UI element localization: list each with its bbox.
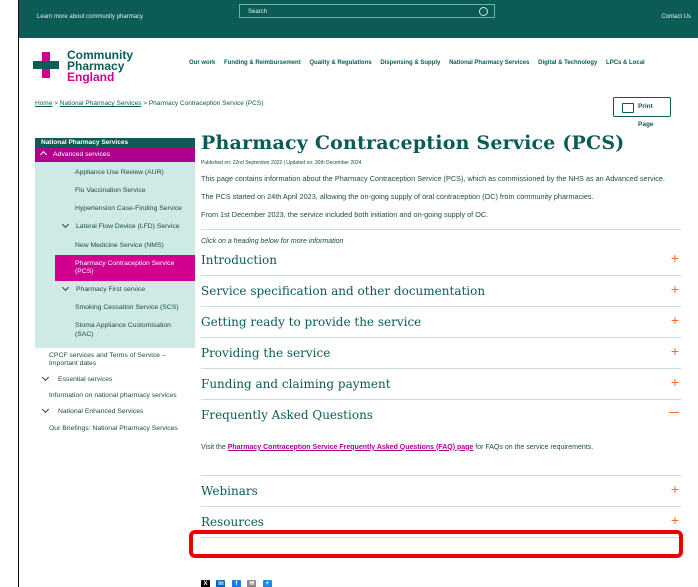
- facebook-share-icon[interactable]: f: [231, 580, 241, 587]
- accordion-funding[interactable]: Funding and claiming payment +: [201, 369, 681, 400]
- linkedin-share-icon[interactable]: in: [216, 580, 226, 587]
- print-label: Print Page: [638, 103, 654, 128]
- sidebar-item-pcs[interactable]: Pharmacy Contraception Service (PCS): [55, 254, 195, 282]
- accordion-label: Providing the service: [201, 345, 331, 360]
- chevron-up-icon: [39, 150, 48, 159]
- plus-icon: +: [670, 311, 679, 328]
- accordion-introduction[interactable]: Introduction +: [201, 245, 681, 276]
- sidebar-item-sac[interactable]: Stoma Appliance Customisation (SAC): [35, 317, 195, 343]
- nav-national-services[interactable]: National Pharmacy Services: [449, 60, 529, 66]
- contact-us-link[interactable]: Contact Us: [661, 14, 691, 20]
- sidebar-lower-list: CPCF services and Terms of Service – Imp…: [35, 348, 195, 437]
- nav-quality[interactable]: Quality & Regulations: [309, 60, 371, 66]
- breadcrumb-home[interactable]: Home: [35, 100, 52, 107]
- accordion-label: Service specification and other document…: [201, 283, 486, 298]
- plus-icon: +: [670, 373, 679, 390]
- sidebar-item-aur[interactable]: Appliance Use Review (AUR): [35, 164, 195, 182]
- main-content: Pharmacy Contraception Service (PCS) Pub…: [201, 132, 681, 538]
- browser-page: Learn more about community pharmacy Sear…: [18, 0, 698, 587]
- plus-icon: +: [670, 342, 679, 359]
- breadcrumb-current: Pharmacy Contraception Service (PCS): [148, 100, 264, 107]
- accordion-faq[interactable]: Frequently Asked Questions: [201, 400, 681, 430]
- sidebar-item-cpcf[interactable]: CPCF services and Terms of Service – Imp…: [35, 348, 195, 372]
- search-input[interactable]: Search: [239, 4, 495, 18]
- share-bar: X in f ✉ +: [201, 572, 274, 587]
- accordion-label: Frequently Asked Questions: [201, 407, 373, 422]
- sidebar-item-pharmacy-first[interactable]: Pharmacy First service: [35, 281, 195, 299]
- chevron-down-icon: [61, 284, 70, 292]
- accordion-label: Funding and claiming payment: [201, 376, 391, 391]
- page-title: Pharmacy Contraception Service (PCS): [201, 132, 625, 154]
- sidebar-item-label: Advanced services: [53, 151, 111, 158]
- breadcrumb-separator: >: [143, 100, 148, 107]
- learn-more-link[interactable]: Learn more about community pharmacy: [37, 14, 143, 20]
- sidebar-item-nms[interactable]: New Medicine Service (NMS): [35, 237, 195, 255]
- accordion-webinars[interactable]: Webinars +: [201, 476, 681, 507]
- intro-paragraph-3: From 1st December 2023, the service incl…: [201, 210, 489, 220]
- click-hint: Click on a heading below for more inform…: [201, 237, 344, 245]
- sidebar-item-advanced-services[interactable]: Advanced services: [35, 148, 195, 162]
- print-page-button[interactable]: Print Page: [613, 97, 671, 128]
- sidebar-item-label: Essential services: [58, 376, 113, 384]
- accordion-label: Introduction: [201, 252, 277, 267]
- printer-icon: [622, 103, 634, 113]
- sidebar-item-label: National Enhanced Services: [58, 408, 144, 416]
- nav-funding[interactable]: Funding & Reimbursement: [224, 60, 301, 66]
- accordion-label: Getting ready to provide the service: [201, 314, 422, 329]
- email-share-icon[interactable]: ✉: [247, 580, 257, 587]
- breadcrumb: Home > National Pharmacy Services > Phar…: [35, 100, 263, 107]
- plus-icon: +: [670, 249, 679, 266]
- accordion-label: Resources: [201, 514, 264, 529]
- top-bar: Learn more about community pharmacy Sear…: [19, 0, 698, 38]
- highlight-box: [189, 530, 683, 558]
- nav-digital[interactable]: Digital & Technology: [538, 60, 597, 66]
- chevron-down-icon: [61, 221, 70, 229]
- search-icon[interactable]: [479, 7, 488, 16]
- nav-lpcs[interactable]: LPCs & Local: [606, 60, 645, 66]
- sidebar-item-hypertension[interactable]: Hypertension Case-Finding Service: [35, 200, 195, 218]
- share-plus-icon[interactable]: +: [262, 580, 272, 587]
- plus-icon: +: [670, 280, 679, 297]
- sidebar-heading[interactable]: National Pharmacy Services: [35, 138, 195, 148]
- intro-paragraph-2: The PCS started on 24th April 2023, allo…: [201, 192, 594, 202]
- nav-our-work[interactable]: Our work: [189, 60, 215, 66]
- sidebar-item-enhanced[interactable]: National Enhanced Services: [35, 404, 195, 420]
- plus-icon: +: [670, 511, 679, 528]
- sidebar-item-flu[interactable]: Flu Vaccination Service: [35, 182, 195, 200]
- search-placeholder: Search: [248, 9, 268, 15]
- intro-paragraph-1: This page contains information about the…: [201, 174, 665, 183]
- sidebar-item-lfd[interactable]: Lateral Flow Device (LFD) Service: [35, 218, 195, 236]
- faq-text-post: for FAQs on the service requirements.: [473, 443, 594, 451]
- publish-meta: Published on: 22nd September 2022 | Upda…: [201, 160, 362, 166]
- breadcrumb-separator: >: [54, 100, 58, 107]
- accordion-label: Webinars: [201, 483, 258, 498]
- sidebar-nav: National Pharmacy Services Advanced serv…: [35, 138, 195, 437]
- sidebar-item-info[interactable]: Information on national pharmacy service…: [35, 388, 195, 404]
- sidebar-item-briefings[interactable]: Our Briefings: National Pharmacy Service…: [35, 421, 195, 437]
- faq-link[interactable]: Pharmacy Contraception Service Frequentl…: [228, 444, 474, 451]
- sidebar-item-label: Lateral Flow Device (LFD) Service: [76, 223, 180, 231]
- accordion-providing[interactable]: Providing the service +: [201, 338, 681, 369]
- sidebar-submenu: Appliance Use Review (AUR) Flu Vaccinati…: [35, 162, 195, 348]
- sidebar-item-scs[interactable]: Smoking Cessation Service (SCS): [35, 299, 195, 317]
- chevron-down-icon: [41, 373, 50, 382]
- site-header: Community Pharmacy England Our work Fund…: [19, 38, 698, 88]
- accordion-getting-ready[interactable]: Getting ready to provide the service +: [201, 307, 681, 338]
- chevron-down-icon: [41, 406, 50, 414]
- faq-panel: Visit the Pharmacy Contraception Service…: [201, 430, 681, 476]
- x-share-icon[interactable]: X: [201, 580, 210, 587]
- minus-icon: [669, 411, 679, 414]
- logo-cross-icon: [33, 52, 59, 78]
- nav-dispensing[interactable]: Dispensing & Supply: [380, 60, 440, 66]
- logo-line3: England: [67, 70, 115, 84]
- sidebar-item-essential[interactable]: Essential services: [35, 372, 195, 388]
- accordion-service-specification[interactable]: Service specification and other document…: [201, 276, 681, 307]
- site-logo[interactable]: Community Pharmacy England: [33, 48, 183, 84]
- breadcrumb-section[interactable]: National Pharmacy Services: [60, 100, 142, 107]
- faq-text-pre: Visit the: [201, 443, 228, 451]
- sidebar-item-label: Pharmacy First service: [76, 286, 146, 294]
- main-nav: Our work Funding & Reimbursement Quality…: [189, 60, 652, 66]
- plus-icon: +: [670, 480, 679, 497]
- divider: [201, 228, 681, 230]
